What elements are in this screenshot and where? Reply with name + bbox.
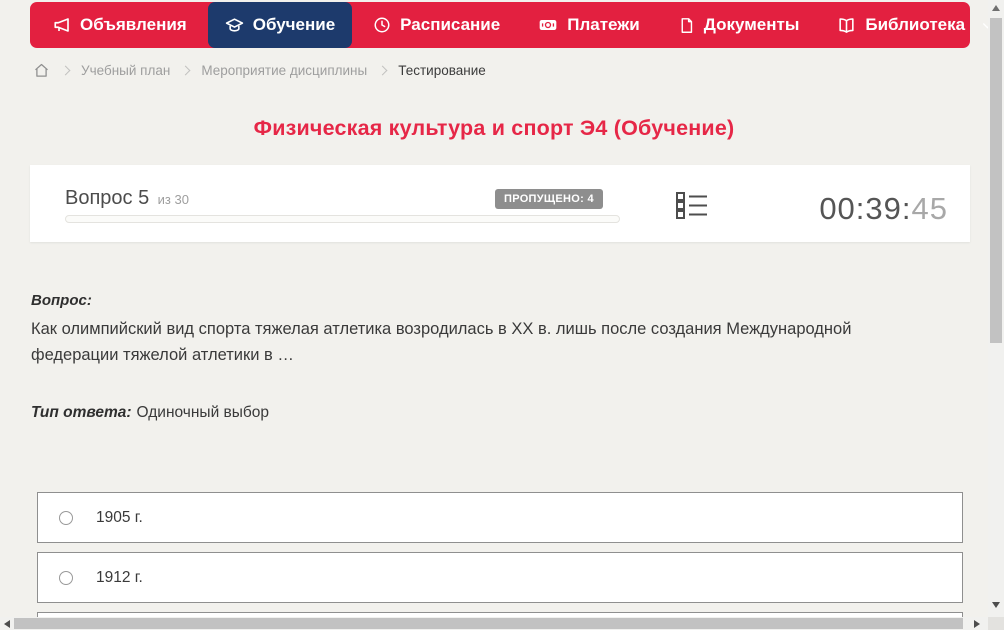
timer-hours-minutes: 00:39:: [819, 191, 912, 226]
radio-icon[interactable]: [59, 510, 73, 525]
horizontal-scrollbar[interactable]: [0, 617, 988, 630]
clock-icon: [373, 16, 391, 34]
answer-option-label: 1912 г.: [96, 568, 143, 586]
scroll-left-icon[interactable]: [4, 620, 10, 628]
vertical-scrollbar[interactable]: [988, 0, 1004, 617]
nav-item-payments[interactable]: Платежи: [521, 2, 657, 48]
breadcrumb-item-discipline-event[interactable]: Мероприятие дисциплины: [201, 63, 367, 78]
question-number: Вопрос 5: [65, 187, 150, 209]
nav-item-label: Объявления: [80, 15, 187, 34]
library-book-icon: [837, 16, 856, 35]
main-nav: Объявления Обучение Расписание Платежи Д…: [30, 2, 993, 48]
question-heading: Вопрос:: [31, 292, 92, 309]
nav-item-label: Расписание: [400, 15, 501, 34]
breadcrumb-item-study-plan[interactable]: Учебный план: [81, 63, 170, 78]
horizontal-scrollbar-thumb[interactable]: [14, 618, 963, 629]
nav-item-learning[interactable]: Обучение: [207, 2, 353, 48]
nav-item-label: Обучение: [252, 15, 336, 34]
nav-item-label: Платежи: [567, 15, 640, 34]
timer: 00:39:45: [819, 191, 948, 227]
answer-option[interactable]: 1905 г.: [37, 492, 963, 543]
answer-option-label: 1905 г.: [96, 508, 143, 526]
quiz-page: Объявления Обучение Расписание Платежи Д…: [0, 0, 1004, 630]
progress-bar: [65, 215, 620, 223]
nav-item-documents[interactable]: Документы: [661, 2, 817, 48]
question-total: из 30: [157, 192, 189, 207]
nav-item-label: Документы: [703, 15, 800, 34]
breadcrumb-item-testing: Тестирование: [398, 63, 486, 78]
breadcrumb-separator-icon: [60, 65, 71, 76]
vertical-scrollbar-thumb[interactable]: [990, 18, 1002, 343]
question-panel: Вопрос 5 из 30 ПРОПУЩЕНО: 4 00:39:45: [30, 165, 970, 242]
scroll-up-icon[interactable]: [992, 5, 1000, 11]
nav-item-announcements[interactable]: Объявления: [36, 2, 204, 48]
megaphone-icon: [53, 16, 71, 34]
page-title: Физическая культура и спорт Э4 (Обучение…: [253, 116, 735, 140]
document-icon: [678, 17, 695, 34]
scroll-right-icon[interactable]: [974, 620, 980, 628]
nav-item-label: Библиотека: [865, 15, 966, 34]
home-icon[interactable]: [33, 62, 50, 79]
nav-item-library[interactable]: Библиотека: [820, 2, 1004, 48]
skipped-badge: ПРОПУЩЕНО: 4: [495, 189, 603, 209]
answer-type-label: Тип ответа:: [31, 404, 132, 421]
radio-icon[interactable]: [59, 570, 73, 585]
question-list-icon[interactable]: [672, 186, 712, 224]
payments-icon: [538, 15, 558, 35]
scrollbar-corner: [988, 617, 1004, 630]
timer-seconds: 45: [911, 191, 948, 226]
answer-type-row: Тип ответа: Одиночный выбор: [31, 404, 269, 422]
breadcrumb-separator-icon: [377, 65, 388, 76]
answer-type-value: Одиночный выбор: [136, 404, 270, 421]
answer-option[interactable]: 1912 г.: [37, 552, 963, 603]
graduation-cap-icon: [225, 16, 244, 35]
question-counter: Вопрос 5 из 30: [65, 187, 189, 210]
breadcrumb: Учебный план Мероприятие дисциплины Тест…: [33, 62, 486, 79]
breadcrumb-separator-icon: [180, 65, 191, 76]
scroll-down-icon[interactable]: [992, 602, 1000, 608]
question-text: Как олимпийский вид спорта тяжелая атлет…: [31, 320, 852, 364]
nav-item-schedule[interactable]: Расписание: [356, 2, 517, 48]
